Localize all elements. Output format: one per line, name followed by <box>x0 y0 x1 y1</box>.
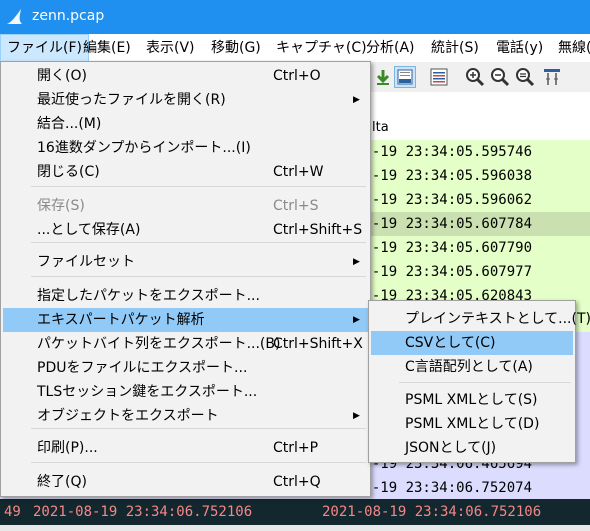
go-last-icon[interactable] <box>372 66 394 88</box>
file-menu-item-quit[interactable]: 終了(Q) Ctrl+Q <box>3 470 368 494</box>
horizontal-scrollbar[interactable] <box>0 525 590 531</box>
export-submenu-item-pdml-xml[interactable]: PSML XMLとして(D) <box>371 412 573 436</box>
file-menu-item-export-pdus[interactable]: PDUをファイルにエクスポート... <box>3 356 368 380</box>
menu-item-label: ファイルセット <box>37 254 135 270</box>
file-menu-item-export-tls-keys[interactable]: TLSセッション鍵をエクスポート... <box>3 380 368 404</box>
packet-time: 2021-08-19 23:34:06.752106 <box>33 504 253 520</box>
autoscroll-icon[interactable] <box>394 66 416 88</box>
resize-columns-icon[interactable] <box>541 66 563 88</box>
menu-item-label: TLSセッション鍵をエクスポート... <box>37 384 258 400</box>
menu-item-label: 保存(S) <box>37 198 85 214</box>
menu-item-label: パケットバイト列をエクスポート...(B) <box>37 336 281 352</box>
menu-item-label: 16進数ダンプからインポート...(I) <box>37 140 251 156</box>
zoom-in-icon[interactable] <box>464 66 486 88</box>
menu-item-label: ...として保存(A) <box>37 222 141 238</box>
menu-go[interactable]: 移動(G) <box>205 34 267 62</box>
packet-number: 49 <box>4 504 21 520</box>
menu-item-shortcut: Ctrl+P <box>273 440 319 456</box>
expert-packet-export-submenu: プレインテキストとして...(T) CSVとして(C) C言語配列として(A) PSM… <box>368 300 590 463</box>
packet-time: 08-19 23:34:06.752074 <box>355 480 533 496</box>
file-menu-item-export-packet-bytes[interactable]: パケットバイト列をエクスポート...(B) Ctrl+Shift+X <box>3 332 368 356</box>
menu-item-label: CSVとして(C) <box>405 335 496 351</box>
menu-wireless[interactable]: 無線( <box>552 34 590 62</box>
export-submenu-item-csv[interactable]: CSVとして(C) <box>371 331 573 355</box>
column-header-delta[interactable]: lta <box>372 120 389 135</box>
packet-row-selected[interactable]: 49 2021-08-19 23:34:06.752106 2021-08-19… <box>0 499 590 525</box>
file-menu-item-open-recent[interactable]: 最近使ったファイルを開く(R) ▶ <box>3 88 368 112</box>
menu-item-label: 開く(O) <box>37 68 87 84</box>
menu-item-shortcut: Ctrl+Shift+S <box>273 222 363 238</box>
menu-item-shortcut: Ctrl+S <box>273 198 319 214</box>
export-submenu-item-psml-xml[interactable]: PSML XMLとして(S) <box>371 388 573 412</box>
menu-item-label: 結合...(M) <box>37 116 102 132</box>
menu-separator <box>31 428 366 429</box>
file-menu-item-file-set[interactable]: ファイルセット ▶ <box>3 250 368 274</box>
submenu-arrow-icon: ▶ <box>353 411 360 421</box>
wireshark-fin-icon <box>7 9 22 24</box>
menu-item-shortcut: Ctrl+O <box>273 68 321 84</box>
menu-separator <box>31 462 366 463</box>
file-menu-item-merge[interactable]: 結合...(M) <box>3 112 368 136</box>
file-menu-item-save: 保存(S) Ctrl+S <box>3 194 368 218</box>
submenu-arrow-icon: ▶ <box>353 315 360 325</box>
menu-item-shortcut: Ctrl+Q <box>273 474 321 490</box>
menu-item-label: 印刷(P)... <box>37 440 98 456</box>
menu-bar: ファイル(F) 編集(E) 表示(V) 移動(G) キャプチャ(C) 分析(A)… <box>0 34 590 63</box>
packet-time: 08-19 23:34:05.596038 <box>355 168 533 184</box>
packet-time-delta: 2021-08-19 23:34:06.752106 <box>322 504 542 520</box>
file-menu-item-export-specified-packets[interactable]: 指定したパケットをエクスポート... <box>3 284 368 308</box>
export-submenu-item-json[interactable]: JSONとして(J) <box>371 436 573 460</box>
zoom-reset-icon[interactable] <box>514 66 536 88</box>
menu-item-label: 指定したパケットをエクスポート... <box>37 288 260 304</box>
menu-item-label: エキスパートパケット解析 <box>37 312 205 328</box>
submenu-arrow-icon: ▶ <box>353 95 360 105</box>
menu-view[interactable]: 表示(V) <box>140 34 201 62</box>
menu-item-label: PDUをファイルにエクスポート... <box>37 360 248 376</box>
file-menu-item-import-hex-dump[interactable]: 16進数ダンプからインポート...(I) <box>3 136 368 160</box>
menu-separator <box>31 242 366 243</box>
menu-item-label: プレインテキストとして...(T) <box>405 311 590 327</box>
menu-edit[interactable]: 編集(E) <box>77 34 137 62</box>
menu-item-label: PSML XMLとして(D) <box>405 416 540 432</box>
menu-statistics[interactable]: 統計(S) <box>425 34 485 62</box>
zoom-out-icon[interactable] <box>489 66 511 88</box>
file-menu-item-save-as[interactable]: ...として保存(A) Ctrl+Shift+S <box>3 218 368 242</box>
menu-file[interactable]: ファイル(F) <box>0 34 89 62</box>
colorize-icon[interactable] <box>428 66 450 88</box>
menu-item-label: C言語配列として(A) <box>405 359 533 375</box>
menu-item-label: JSONとして(J) <box>405 440 497 456</box>
submenu-arrow-icon: ▶ <box>353 257 360 267</box>
menu-item-label: PSML XMLとして(S) <box>405 392 538 408</box>
menu-item-label: 終了(Q) <box>37 474 87 490</box>
menu-item-label: 最近使ったファイルを開く(R) <box>37 92 226 108</box>
file-menu-item-print[interactable]: 印刷(P)... Ctrl+P <box>3 436 368 460</box>
file-menu-item-export-objects[interactable]: オブジェクトをエクスポート ▶ <box>3 404 368 428</box>
export-submenu-item-c-arrays[interactable]: C言語配列として(A) <box>371 355 573 379</box>
file-menu-dropdown: 開く(O) Ctrl+O 最近使ったファイルを開く(R) ▶ 結合...(M) 16進数ダ… <box>0 61 371 497</box>
packet-time: 08-19 23:34:05.596062 <box>355 192 533 208</box>
packet-time: 08-19 23:34:05.607784 <box>355 216 533 232</box>
menu-item-shortcut: Ctrl+W <box>273 164 324 180</box>
menu-capture[interactable]: キャプチャ(C) <box>270 34 373 62</box>
packet-time: 08-19 23:34:05.607790 <box>355 240 533 256</box>
menu-item-label: オブジェクトをエクスポート <box>37 408 219 424</box>
window-title: zenn.pcap <box>32 8 105 24</box>
file-menu-item-export-packet-dissections[interactable]: エキスパートパケット解析 ▶ <box>3 308 368 332</box>
file-menu-item-close[interactable]: 閉じる(C) Ctrl+W <box>3 160 368 184</box>
title-bar: zenn.pcap <box>0 0 590 34</box>
menu-separator <box>31 186 366 187</box>
menu-item-label: 閉じる(C) <box>37 164 100 180</box>
file-menu-item-open[interactable]: 開く(O) Ctrl+O <box>3 64 368 88</box>
packet-time: 08-19 23:34:05.595746 <box>355 144 533 160</box>
menu-analyze[interactable]: 分析(A) <box>360 34 421 62</box>
export-submenu-item-plain-text[interactable]: プレインテキストとして...(T) <box>371 307 590 331</box>
menu-telephony[interactable]: 電話(y) <box>490 34 549 62</box>
menu-separator <box>399 382 571 383</box>
menu-item-shortcut: Ctrl+Shift+X <box>273 336 363 352</box>
menu-separator <box>31 276 366 277</box>
packet-time: 08-19 23:34:05.607977 <box>355 264 533 280</box>
